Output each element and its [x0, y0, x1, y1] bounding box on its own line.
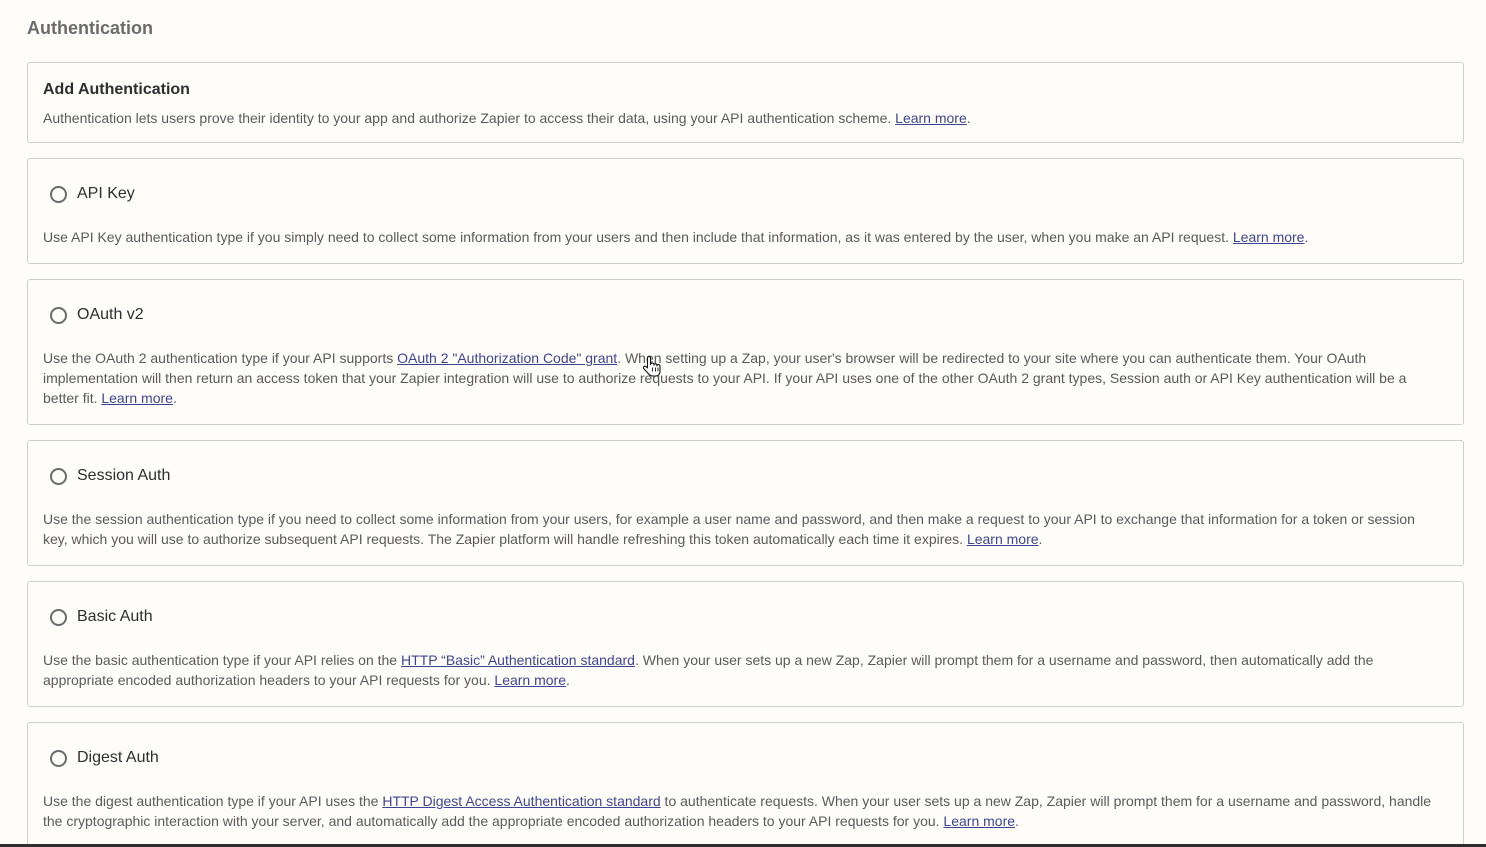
- option-label: Session Auth: [77, 467, 171, 484]
- http-basic-auth-standard-link[interactable]: HTTP “Basic” Authentication standard: [401, 652, 635, 668]
- learn-more-link[interactable]: Learn more: [943, 813, 1015, 829]
- auth-option-basic-auth[interactable]: Basic Auth Use the basic authentication …: [27, 581, 1464, 707]
- option-label: Basic Auth: [77, 608, 153, 625]
- option-label: OAuth v2: [77, 306, 144, 323]
- hand-pointer-icon: [643, 355, 661, 377]
- http-digest-auth-standard-link[interactable]: HTTP Digest Access Authentication standa…: [382, 793, 660, 809]
- radio-unchecked-icon[interactable]: [50, 467, 67, 485]
- option-description: Use the OAuth 2 authentication type if y…: [43, 350, 1407, 406]
- digest-auth-radio-option[interactable]: Digest Auth: [50, 749, 159, 767]
- oauth-v2-radio-option[interactable]: OAuth v2: [50, 306, 144, 324]
- radio-unchecked-icon[interactable]: [50, 185, 67, 203]
- radio-unchecked-icon[interactable]: [50, 608, 67, 626]
- learn-more-link[interactable]: Learn more: [101, 390, 173, 406]
- auth-option-api-key[interactable]: API Key Use API Key authentication type …: [27, 158, 1464, 264]
- learn-more-link[interactable]: Learn more: [494, 672, 566, 688]
- add-authentication-title: Add Authentication: [43, 81, 190, 98]
- learn-more-link[interactable]: Learn more: [895, 110, 967, 126]
- api-key-radio-option[interactable]: API Key: [50, 185, 135, 203]
- option-label: Digest Auth: [77, 749, 159, 766]
- radio-unchecked-icon[interactable]: [50, 749, 67, 767]
- learn-more-link[interactable]: Learn more: [1233, 229, 1305, 245]
- add-authentication-description: Authentication lets users prove their id…: [43, 110, 971, 126]
- option-label: API Key: [77, 185, 135, 202]
- auth-option-digest-auth[interactable]: Digest Auth Use the digest authenticatio…: [27, 722, 1464, 847]
- radio-unchecked-icon[interactable]: [50, 306, 67, 324]
- basic-auth-radio-option[interactable]: Basic Auth: [50, 608, 153, 626]
- auth-option-session-auth[interactable]: Session Auth Use the session authenticat…: [27, 440, 1464, 566]
- option-description: Use the basic authentication type if you…: [43, 652, 1374, 688]
- auth-option-oauth-v2[interactable]: OAuth v2 Use the OAuth 2 authentication …: [27, 279, 1464, 425]
- option-description: Use API Key authentication type if you s…: [43, 229, 1309, 245]
- option-description: Use the session authentication type if y…: [43, 511, 1415, 547]
- learn-more-link[interactable]: Learn more: [967, 531, 1039, 547]
- option-description: Use the digest authentication type if yo…: [43, 793, 1432, 829]
- page-title: Authentication: [27, 18, 153, 38]
- description-text: Authentication lets users prove their id…: [43, 110, 892, 126]
- oauth2-grant-link[interactable]: OAuth 2 "Authorization Code" grant: [397, 350, 617, 366]
- authentication-page: Authentication Add Authentication Authen…: [0, 0, 1486, 847]
- session-auth-radio-option[interactable]: Session Auth: [50, 467, 170, 485]
- add-authentication-card: Add Authentication Authentication lets u…: [27, 62, 1464, 143]
